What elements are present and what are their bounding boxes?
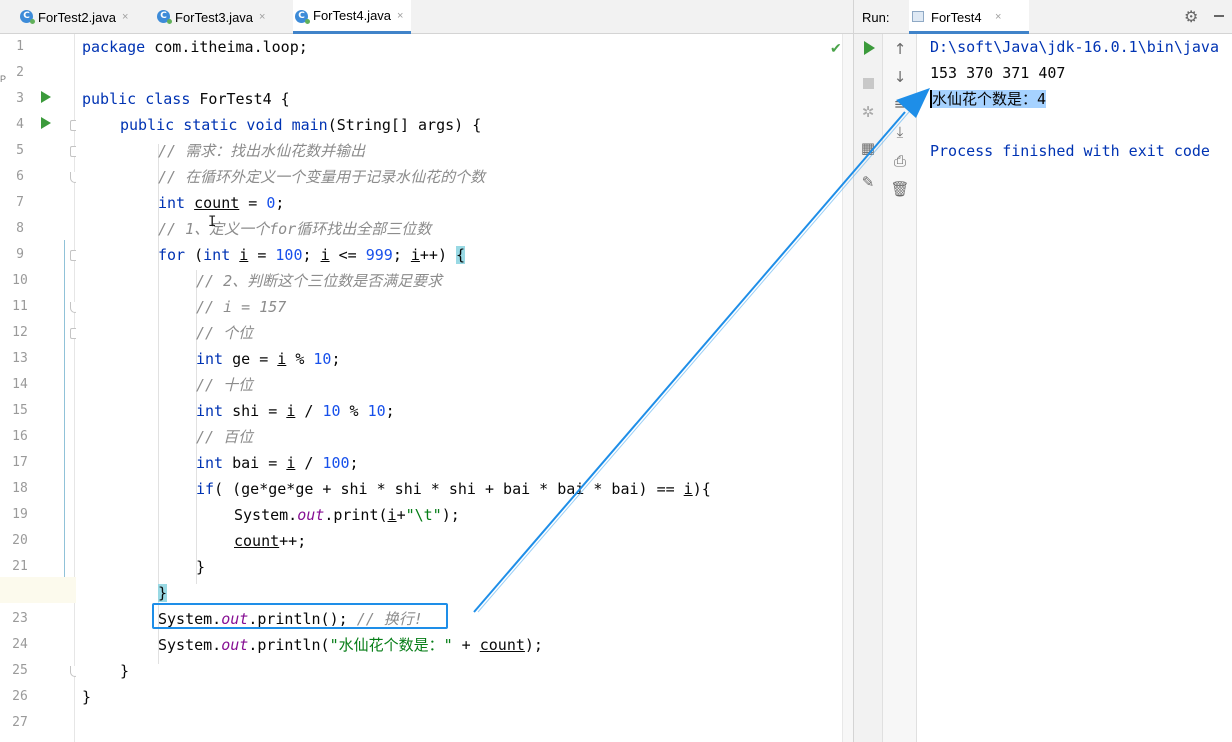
line-number: 19	[12, 507, 28, 522]
code-line-7: int count = 0;	[158, 194, 285, 212]
tab-fortest2[interactable]: C ForTest2.java ×	[18, 0, 128, 34]
line-number: 24	[12, 637, 28, 652]
code-line-13: int ge = i % 10;	[196, 350, 341, 368]
run-main-icon[interactable]	[41, 117, 51, 129]
trash-icon[interactable]: 🗑	[890, 179, 910, 199]
code-line-1: package com.itheima.loop;	[82, 38, 308, 56]
close-icon[interactable]: ×	[397, 10, 403, 22]
line-number: 5	[16, 143, 24, 158]
line-number: 2	[16, 65, 24, 80]
line-number: 17	[12, 455, 28, 470]
line-number: 18	[12, 481, 28, 496]
run-tab-fortest4[interactable]: ForTest4 ×	[909, 0, 1029, 34]
code-line-5: // 需求：找出水仙花数并输出	[158, 142, 366, 160]
console-exit-message: Process finished with exit code	[930, 142, 1210, 160]
pin-icon[interactable]: ✎	[858, 172, 878, 192]
code-line-16: // 百位	[196, 428, 254, 446]
line-number: 12	[12, 325, 28, 340]
line-number: 27	[12, 715, 28, 730]
editor-tab-bar: C ForTest2.java × C ForTest3.java × C Fo…	[0, 0, 853, 34]
line-number: 14	[12, 377, 28, 392]
code-line-21: }	[196, 558, 206, 576]
code-editor[interactable]: package com.itheima.loop; public class F…	[76, 34, 842, 742]
run-tab-label: ForTest4	[931, 10, 982, 25]
annotation-highlight-box	[152, 603, 448, 629]
debug-icon[interactable]: ✲	[858, 102, 878, 122]
scope-guide	[64, 240, 65, 600]
close-icon[interactable]: ×	[995, 11, 1001, 23]
console-output-numbers: 153 370 371 407	[930, 64, 1066, 82]
code-line-12: // 个位	[196, 324, 254, 342]
code-line-6: // 在循环外定义一个变量用于记录水仙花的个数	[158, 168, 486, 186]
tab-label: ForTest2.java	[38, 9, 117, 25]
code-line-25: }	[120, 662, 130, 680]
edge-marker: P	[0, 74, 7, 84]
stop-icon[interactable]	[863, 78, 874, 89]
scroll-to-end-icon[interactable]: ⤓	[890, 122, 910, 142]
up-arrow-icon[interactable]: ↑	[890, 39, 910, 59]
line-number: 16	[12, 429, 28, 444]
code-line-24: System.out.println("水仙花个数是：" + count);	[158, 636, 543, 654]
line-number: 15	[12, 403, 28, 418]
close-icon[interactable]: ×	[259, 11, 265, 23]
code-line-9: for (int i = 100; i <= 999; i++) {	[158, 246, 466, 264]
line-number: 9	[16, 247, 24, 262]
soft-wrap-icon[interactable]: ≡	[890, 94, 910, 114]
code-line-20: count++;	[234, 532, 307, 550]
line-number: 4	[16, 117, 24, 132]
tab-fortest4[interactable]: C ForTest4.java ×	[293, 0, 412, 34]
line-number: 3	[16, 91, 24, 106]
line-number: 8	[16, 221, 24, 236]
layout-icon[interactable]: ▦	[858, 138, 878, 158]
line-number: 13	[12, 351, 28, 366]
code-line-15: int shi = i / 10 % 10;	[196, 402, 395, 420]
code-line-11: // i = 157	[196, 298, 287, 316]
print-icon[interactable]: ⎙	[890, 151, 910, 171]
down-arrow-icon[interactable]: ↓	[890, 67, 910, 87]
console-output-count[interactable]: 水仙花个数是：4	[930, 86, 1047, 112]
code-line-14: // 十位	[196, 376, 254, 394]
check-icon[interactable]: ✔	[830, 40, 842, 57]
line-number: 11	[12, 299, 28, 314]
console-command-line: D:\soft\Java\jdk-16.0.1\bin\java	[930, 38, 1219, 56]
code-line-8: // 1、定义一个for循环找出全部三位数	[158, 220, 432, 238]
code-line-18: if( (ge*ge*ge + shi * shi * shi + bai * …	[196, 480, 711, 498]
rerun-icon[interactable]	[864, 41, 875, 55]
minimize-icon[interactable]	[1214, 15, 1224, 17]
run-label: Run:	[862, 10, 890, 25]
code-line-10: // 2、判断这个三位数是否满足要求	[196, 272, 443, 290]
line-number: 23	[12, 611, 28, 626]
java-class-icon: C	[157, 10, 172, 24]
run-toolbar-primary: ✲ ▦ ✎	[853, 34, 883, 742]
code-line-19: System.out.print(i+"\t");	[234, 506, 460, 524]
close-icon[interactable]: ×	[122, 11, 128, 23]
line-number: 25	[12, 663, 28, 678]
gear-icon[interactable]: ⚙	[1184, 7, 1198, 27]
java-class-icon: C	[20, 10, 35, 24]
java-class-icon: C	[295, 10, 310, 24]
editor-gutter[interactable]: P 12345678910111213141516171819202122232…	[0, 34, 80, 742]
line-number: 7	[16, 195, 24, 210]
run-toolbar-secondary: ↑ ↓ ≡ ⤓ ⎙ 🗑	[883, 34, 917, 742]
console-output[interactable]: D:\soft\Java\jdk-16.0.1\bin\java 153 370…	[918, 34, 1232, 742]
code-line-26: }	[82, 688, 92, 706]
editor-scrollbar[interactable]	[842, 34, 853, 742]
line-number: 1	[16, 39, 24, 54]
run-panel-header: Run: ForTest4 × ⚙	[853, 0, 1232, 34]
tab-label: ForTest3.java	[175, 9, 254, 25]
code-line-17: int bai = i / 100;	[196, 454, 359, 472]
code-line-4: public static void main(String[] args) {	[120, 116, 482, 134]
line-number: 10	[12, 273, 28, 288]
tab-label: ForTest4.java	[313, 8, 392, 23]
text-cursor-icon: I	[208, 214, 217, 230]
tab-fortest3[interactable]: C ForTest3.java ×	[155, 0, 265, 34]
console-icon	[912, 11, 924, 22]
line-number: 6	[16, 169, 24, 184]
line-number: 20	[12, 533, 28, 548]
code-line-3: public class ForTest4 {	[82, 90, 290, 108]
run-class-icon[interactable]	[41, 91, 51, 103]
line-number: 26	[12, 689, 28, 704]
